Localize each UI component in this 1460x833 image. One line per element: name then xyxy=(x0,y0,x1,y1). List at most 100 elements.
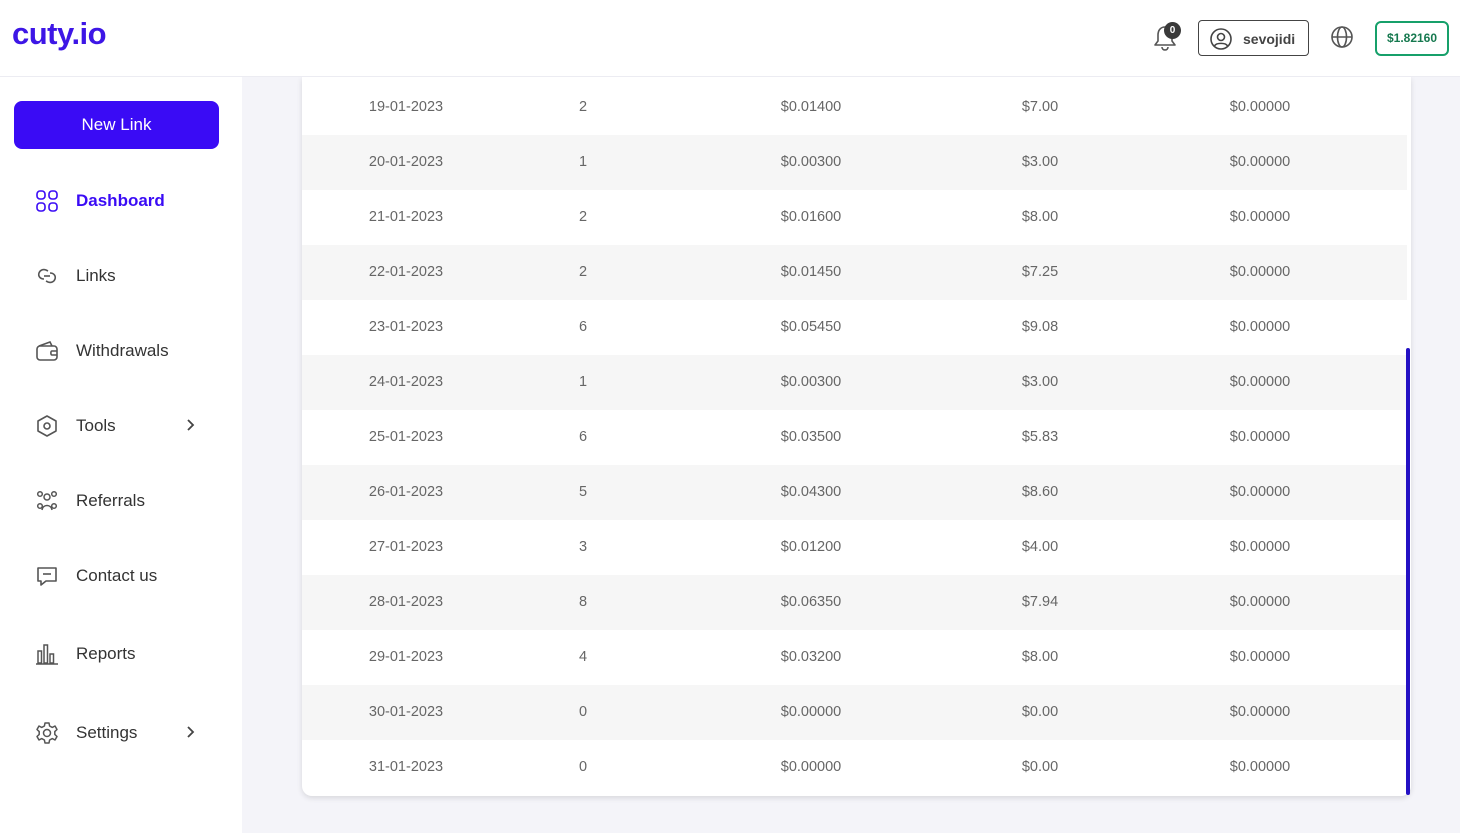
cpm-cell: $0.00 xyxy=(1021,704,1059,720)
cpm-cell: $9.08 xyxy=(1021,319,1059,335)
earnings-cell: $0.00300 xyxy=(780,374,842,390)
cpm-cell: $5.83 xyxy=(1021,429,1059,445)
earnings-cell: $0.01400 xyxy=(780,99,842,115)
cpm-cell: $7.25 xyxy=(1021,264,1059,280)
sidebar-item-referrals[interactable]: Referrals xyxy=(34,480,214,520)
sidebar-item-label: Contact us xyxy=(76,566,158,585)
earnings-cell: $0.01600 xyxy=(780,209,842,225)
views-cell: 5 xyxy=(578,484,588,500)
earnings-cell: $0.05450 xyxy=(780,319,842,335)
sidebar-item-tools[interactable]: Tools xyxy=(34,405,214,445)
earnings-cell: $0.00000 xyxy=(780,704,842,720)
sidebar-item-reports[interactable]: Reports xyxy=(34,633,214,673)
sidebar-item-label: Referrals xyxy=(76,491,145,510)
views-cell: 1 xyxy=(578,154,588,170)
table-row: 19-01-2023 2 $0.01400 $7.00 $0.00000 xyxy=(302,80,1407,135)
earnings-cell: $0.03200 xyxy=(780,649,842,665)
sidebar-item-label: Reports xyxy=(76,644,136,663)
globe-icon[interactable] xyxy=(1329,24,1355,50)
referral-earnings-cell: $0.00000 xyxy=(1229,154,1291,170)
cpm-cell: $7.00 xyxy=(1021,99,1059,115)
views-cell: 2 xyxy=(578,264,588,280)
date-cell: 19-01-2023 xyxy=(368,99,444,115)
referral-earnings-cell: $0.00000 xyxy=(1229,429,1291,445)
sidebar-item-links[interactable]: Links xyxy=(34,255,214,295)
referral-earnings-cell: $0.00000 xyxy=(1229,704,1291,720)
sidebar-item-label: Tools xyxy=(76,416,116,435)
date-cell: 22-01-2023 xyxy=(368,264,444,280)
cpm-cell: $8.00 xyxy=(1021,649,1059,665)
referral-earnings-cell: $0.00000 xyxy=(1229,649,1291,665)
referral-earnings-cell: $0.00000 xyxy=(1229,374,1291,390)
referral-earnings-cell: $0.00000 xyxy=(1229,319,1291,335)
date-cell: 29-01-2023 xyxy=(368,649,444,665)
sidebar: New Link Dashboard Links Withdrawals Too… xyxy=(0,77,242,833)
views-cell: 6 xyxy=(578,429,588,445)
views-cell: 6 xyxy=(578,319,588,335)
date-cell: 24-01-2023 xyxy=(368,374,444,390)
earnings-cell: $0.06350 xyxy=(780,594,842,610)
new-link-button[interactable]: New Link xyxy=(14,101,219,149)
sidebar-item-label: Withdrawals xyxy=(76,341,169,360)
wallet-icon xyxy=(36,341,58,361)
top-bar: cuty.io 0 sevojidi $1.82160 xyxy=(0,0,1460,77)
table-row: 30-01-2023 0 $0.00000 $0.00 $0.00000 xyxy=(302,685,1407,740)
views-cell: 3 xyxy=(578,539,588,555)
date-cell: 30-01-2023 xyxy=(368,704,444,720)
views-cell: 0 xyxy=(578,704,588,720)
table-row: 23-01-2023 6 $0.05450 $9.08 $0.00000 xyxy=(302,300,1407,355)
table-row: 31-01-2023 0 $0.00000 $0.00 $0.00000 xyxy=(302,740,1407,795)
table-row: 25-01-2023 6 $0.03500 $5.83 $0.00000 xyxy=(302,410,1407,465)
notification-badge: 0 xyxy=(1164,22,1181,39)
cpm-cell: $4.00 xyxy=(1021,539,1059,555)
referral-earnings-cell: $0.00000 xyxy=(1229,264,1291,280)
earnings-cell: $0.00000 xyxy=(780,759,842,775)
chevron-right-icon xyxy=(187,726,195,738)
sidebar-item-label: Dashboard xyxy=(76,191,165,210)
earnings-cell: $0.03500 xyxy=(780,429,842,445)
cpm-cell: $0.00 xyxy=(1021,759,1059,775)
scrollbar-thumb[interactable] xyxy=(1406,348,1410,795)
views-cell: 1 xyxy=(578,374,588,390)
username: sevojidi xyxy=(1243,31,1296,47)
date-cell: 26-01-2023 xyxy=(368,484,444,500)
gear-icon xyxy=(36,722,58,744)
message-icon xyxy=(37,567,57,586)
date-cell: 28-01-2023 xyxy=(368,594,444,610)
table-row: 21-01-2023 2 $0.01600 $8.00 $0.00000 xyxy=(302,190,1407,245)
date-cell: 25-01-2023 xyxy=(368,429,444,445)
date-cell: 31-01-2023 xyxy=(368,759,444,775)
table-row: 22-01-2023 2 $0.01450 $7.25 $0.00000 xyxy=(302,245,1407,300)
sidebar-item-label: Settings xyxy=(76,723,138,742)
link-icon xyxy=(37,268,57,284)
cpm-cell: $3.00 xyxy=(1021,154,1059,170)
referral-earnings-cell: $0.00000 xyxy=(1229,594,1291,610)
cpm-cell: $8.00 xyxy=(1021,209,1059,225)
user-circle-icon xyxy=(1210,28,1232,50)
chevron-right-icon xyxy=(187,419,195,431)
daily-stats-table: 19-01-2023 2 $0.01400 $7.00 $0.00000 20-01-20… xyxy=(302,77,1411,796)
logo[interactable]: cuty.io xyxy=(12,16,107,52)
date-cell: 27-01-2023 xyxy=(368,539,444,555)
referral-earnings-cell: $0.00000 xyxy=(1229,209,1291,225)
user-menu-button[interactable]: sevojidi xyxy=(1198,20,1309,56)
balance-button[interactable]: $1.82160 xyxy=(1375,21,1449,56)
cpm-cell: $3.00 xyxy=(1021,374,1059,390)
views-cell: 2 xyxy=(578,209,588,225)
views-cell: 0 xyxy=(578,759,588,775)
sidebar-item-settings[interactable]: Settings xyxy=(34,712,214,752)
earnings-cell: $0.01450 xyxy=(780,264,842,280)
sidebar-item-contact-us[interactable]: Contact us xyxy=(34,555,214,595)
date-cell: 23-01-2023 xyxy=(368,319,444,335)
hexagon-icon xyxy=(37,415,57,437)
table-row: 24-01-2023 1 $0.00300 $3.00 $0.00000 xyxy=(302,355,1407,410)
table-row: 20-01-2023 1 $0.00300 $3.00 $0.00000 xyxy=(302,135,1407,190)
table-row: 28-01-2023 8 $0.06350 $7.94 $0.00000 xyxy=(302,575,1407,630)
cpm-cell: $7.94 xyxy=(1021,594,1059,610)
date-cell: 20-01-2023 xyxy=(368,154,444,170)
cpm-cell: $8.60 xyxy=(1021,484,1059,500)
date-cell: 21-01-2023 xyxy=(368,209,444,225)
sidebar-item-withdrawals[interactable]: Withdrawals xyxy=(34,330,214,370)
earnings-cell: $0.04300 xyxy=(780,484,842,500)
sidebar-item-dashboard[interactable]: Dashboard xyxy=(34,180,214,220)
